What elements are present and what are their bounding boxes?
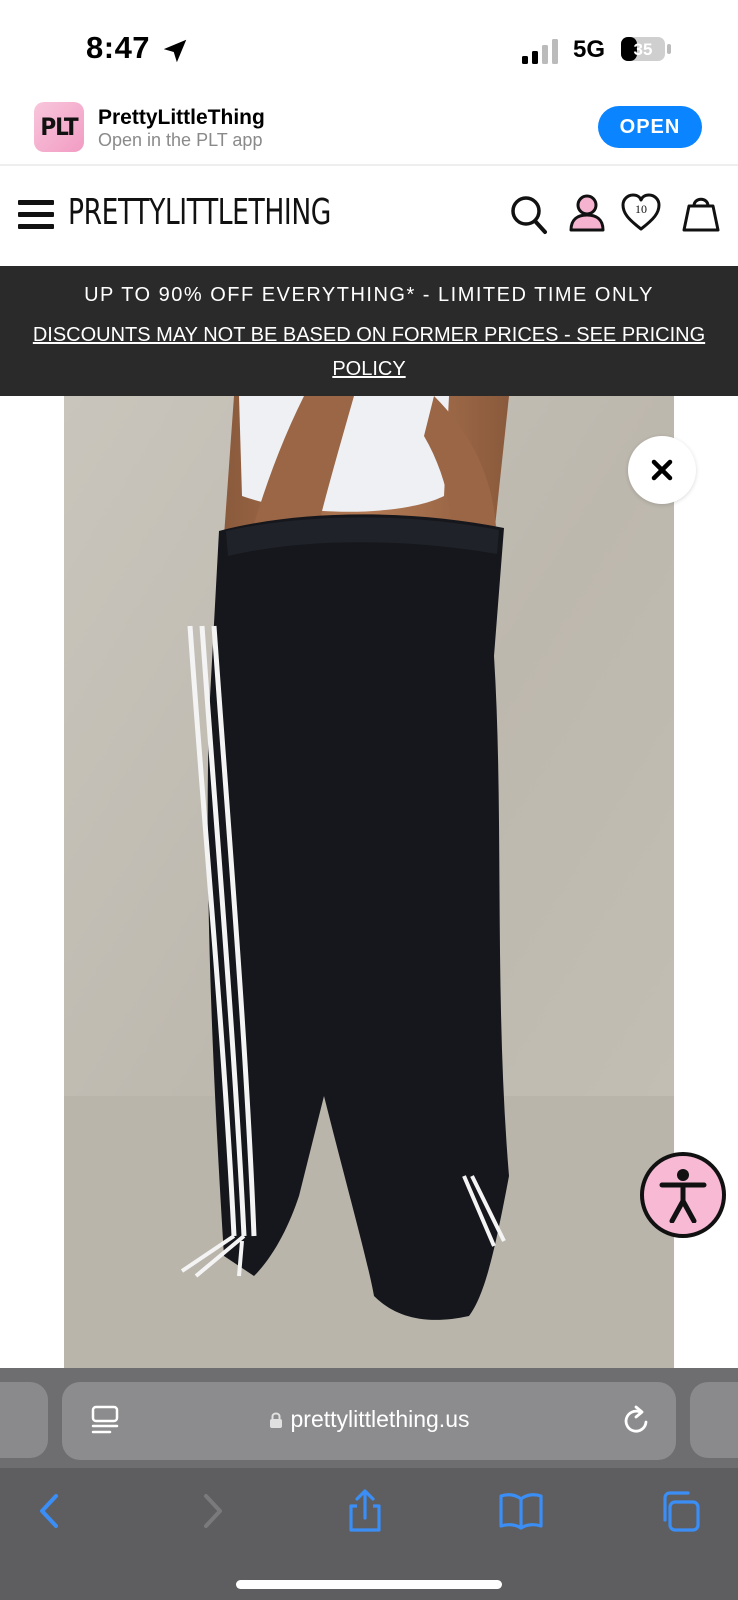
shopping-bag-icon[interactable] bbox=[680, 192, 722, 236]
lock-icon bbox=[269, 1412, 282, 1428]
product-gallery bbox=[0, 396, 738, 1368]
home-indicator[interactable] bbox=[236, 1580, 502, 1589]
wishlist-count: 10 bbox=[635, 202, 647, 216]
product-image[interactable] bbox=[64, 396, 674, 1368]
pricing-policy-link[interactable]: DISCOUNTS MAY NOT BE BASED ON FORMER PRI… bbox=[20, 318, 718, 386]
forward-icon[interactable] bbox=[188, 1488, 234, 1534]
promo-banner: UP TO 90% OFF EVERYTHING* - LIMITED TIME… bbox=[0, 266, 738, 396]
tabs-icon[interactable] bbox=[656, 1488, 702, 1534]
app-banner-subtitle: Open in the PLT app bbox=[98, 130, 263, 150]
next-tab-preview[interactable] bbox=[690, 1382, 738, 1458]
back-icon[interactable] bbox=[28, 1488, 74, 1534]
close-gallery-button[interactable] bbox=[628, 436, 696, 504]
close-icon bbox=[651, 459, 673, 481]
open-app-button[interactable]: OPEN bbox=[598, 106, 702, 148]
account-icon[interactable] bbox=[566, 192, 608, 236]
location-arrow-icon bbox=[163, 39, 187, 63]
menu-icon[interactable] bbox=[18, 200, 54, 230]
status-bar: 8:47 5G 35 bbox=[0, 0, 738, 96]
brand-logo[interactable]: PRETTYLITTLETHING bbox=[68, 192, 331, 233]
battery-level: 35 bbox=[634, 40, 653, 59]
status-time: 8:47 bbox=[86, 30, 151, 65]
browser-toolbar bbox=[0, 1468, 738, 1600]
app-banner-title: PrettyLittleThing bbox=[98, 106, 265, 129]
browser-address-area: prettylittlething.us bbox=[0, 1368, 738, 1468]
wishlist-heart-icon[interactable]: 10 bbox=[620, 192, 662, 236]
plt-app-icon: PLT bbox=[34, 102, 84, 152]
site-header: PRETTYLITTLETHING 10 bbox=[0, 168, 738, 266]
smart-app-banner: PLT PrettyLittleThing Open in the PLT ap… bbox=[0, 96, 738, 166]
battery-icon: 35 bbox=[621, 37, 671, 61]
accessibility-icon bbox=[659, 1169, 707, 1223]
address-bar[interactable]: prettylittlething.us bbox=[62, 1382, 676, 1460]
bookmarks-icon[interactable] bbox=[498, 1488, 544, 1534]
url-display[interactable]: prettylittlething.us bbox=[62, 1406, 676, 1433]
promo-headline: UP TO 90% OFF EVERYTHING* - LIMITED TIME… bbox=[84, 284, 654, 306]
share-icon[interactable] bbox=[342, 1488, 388, 1534]
network-type: 5G bbox=[573, 36, 606, 63]
reload-icon[interactable] bbox=[622, 1404, 652, 1436]
search-icon[interactable] bbox=[508, 192, 550, 236]
cellular-signal-icon bbox=[522, 39, 558, 64]
url-text: prettylittlething.us bbox=[290, 1406, 470, 1432]
previous-tab-preview[interactable] bbox=[0, 1382, 48, 1458]
accessibility-button[interactable] bbox=[640, 1152, 726, 1238]
